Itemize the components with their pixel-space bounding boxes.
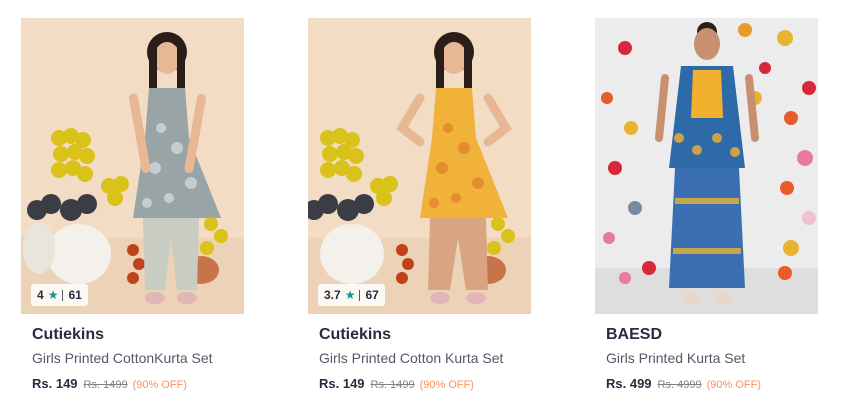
product-title[interactable]: Girls Printed CottonKurta Set xyxy=(32,350,213,366)
star-icon: ★ xyxy=(344,288,356,302)
rating-divider xyxy=(359,289,361,301)
original-price: Rs. 4999 xyxy=(657,379,702,391)
product-price: Rs. 149 Rs. 1499 (90% OFF) xyxy=(32,376,187,391)
product-card[interactable]: 3.7 ★ 67 Cutiekins Girls Printed Cotton … xyxy=(308,18,531,398)
rating-badge: 3.7 ★ 67 xyxy=(318,284,385,306)
product-title[interactable]: Girls Printed Kurta Set xyxy=(606,350,745,366)
product-image[interactable] xyxy=(21,18,244,314)
original-price: Rs. 1499 xyxy=(370,379,415,391)
product-price: Rs. 499 Rs. 4999 (90% OFF) xyxy=(606,376,761,391)
product-card[interactable]: 4 ★ 61 Cutiekins Girls Printed CottonKur… xyxy=(21,18,244,398)
product-brand[interactable]: BAESD xyxy=(606,326,662,344)
discount-label: (90% OFF) xyxy=(706,379,761,391)
product-brand[interactable]: Cutiekins xyxy=(319,326,391,344)
product-card[interactable]: BAESD Girls Printed Kurta Set Rs. 499 Rs… xyxy=(595,18,818,398)
product-grid: 4 ★ 61 Cutiekins Girls Printed CottonKur… xyxy=(0,0,862,420)
product-price: Rs. 149 Rs. 1499 (90% OFF) xyxy=(319,376,474,391)
original-price: Rs. 1499 xyxy=(83,379,128,391)
star-icon: ★ xyxy=(47,288,59,302)
discount-label: (90% OFF) xyxy=(419,379,474,391)
rating-value: 3.7 xyxy=(324,288,341,302)
rating-value: 4 xyxy=(37,288,44,302)
product-title[interactable]: Girls Printed Cotton Kurta Set xyxy=(319,350,503,366)
product-image[interactable] xyxy=(308,18,531,314)
selling-price: Rs. 149 xyxy=(32,376,78,391)
product-brand[interactable]: Cutiekins xyxy=(32,326,104,344)
rating-count: 67 xyxy=(365,288,379,302)
selling-price: Rs. 499 xyxy=(606,376,652,391)
rating-badge: 4 ★ 61 xyxy=(31,284,88,306)
discount-label: (90% OFF) xyxy=(132,379,187,391)
selling-price: Rs. 149 xyxy=(319,376,365,391)
rating-divider xyxy=(62,289,64,301)
product-image[interactable] xyxy=(595,18,818,314)
rating-count: 61 xyxy=(68,288,82,302)
